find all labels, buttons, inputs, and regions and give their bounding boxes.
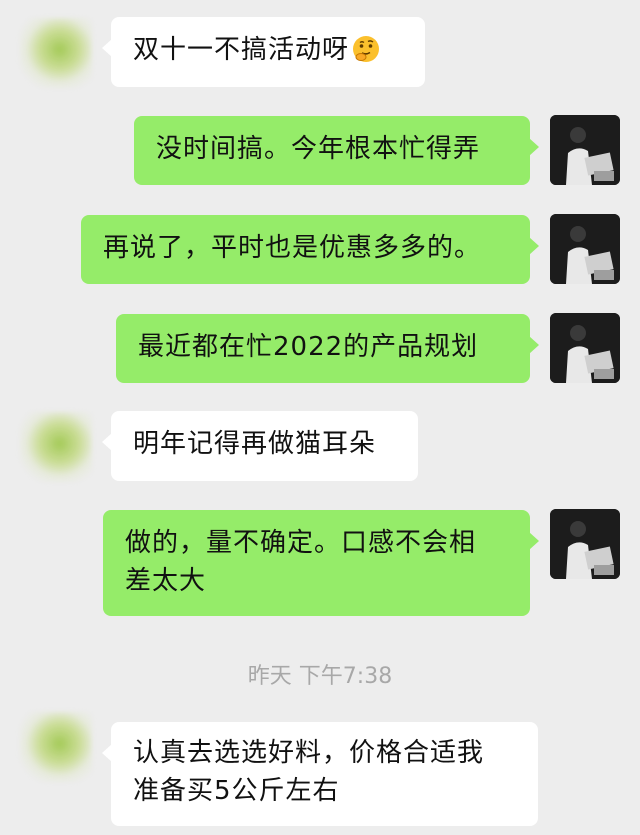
user-avatar[interactable] (550, 509, 620, 579)
message-text-line: 认真去选选好料，价格合适我 (133, 738, 485, 768)
outgoing-message[interactable]: 没时间搞。今年根本忙得弄 (134, 116, 539, 185)
message-text: 双十一不搞活动呀 (133, 35, 350, 65)
contact-avatar[interactable] (20, 18, 92, 88)
message-text: 明年记得再做猫耳朵 (133, 429, 377, 459)
person-photo-icon (550, 214, 620, 284)
message-text: 没时间搞。今年根本忙得弄 (156, 134, 481, 164)
user-avatar[interactable] (550, 214, 620, 284)
outgoing-message[interactable]: 最近都在忙2022的产品规划 (116, 314, 539, 383)
message-text: 再说了，平时也是优惠多多的。 (103, 233, 482, 263)
message-text: 最近都在忙2022的产品规划 (138, 332, 479, 362)
person-photo-icon (550, 313, 620, 383)
incoming-message[interactable]: 明年记得再做猫耳朵 (102, 411, 418, 481)
user-avatar[interactable] (550, 115, 620, 185)
outgoing-message[interactable]: 再说了，平时也是优惠多多的。 (81, 215, 539, 284)
contact-avatar[interactable] (20, 412, 92, 482)
thinking-face-emoji-icon (353, 36, 380, 62)
user-avatar[interactable] (550, 313, 620, 383)
incoming-message[interactable]: 认真去选选好料，价格合适我 准备买5公斤左右 (102, 722, 538, 826)
incoming-message[interactable]: 双十一不搞活动呀 (102, 17, 425, 87)
chat-area: 双十一不搞活动呀 没时间搞。今年根本忙得弄 再说了，平时也是优惠多多的。 最近都… (0, 0, 640, 835)
message-text-line: 做的，量不确定。口感不会相 (125, 528, 477, 558)
message-timestamp: 昨天 下午7:38 (247, 664, 393, 689)
contact-avatar[interactable] (20, 712, 92, 782)
person-photo-icon (550, 115, 620, 185)
message-text-line: 准备买5公斤左右 (133, 776, 340, 806)
message-text-line: 差太大 (125, 566, 207, 596)
outgoing-message[interactable]: 做的，量不确定。口感不会相 差太大 (103, 510, 539, 616)
person-photo-icon (550, 509, 620, 579)
